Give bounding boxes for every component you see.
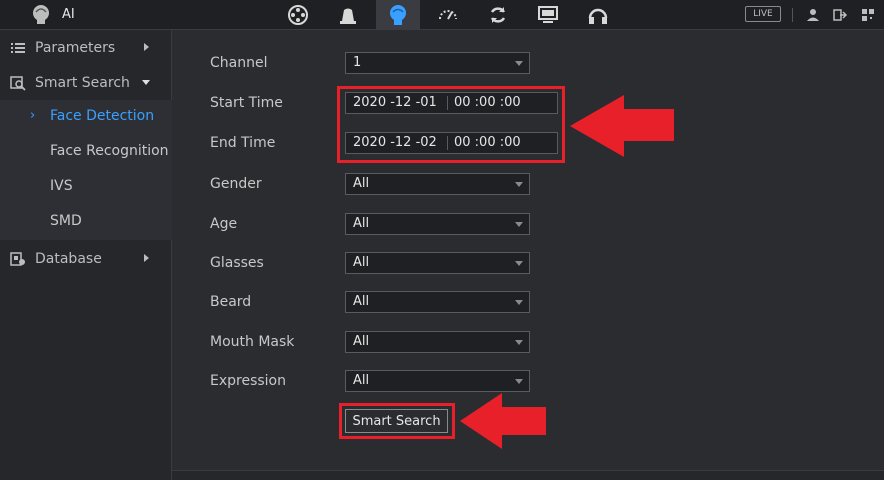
gender-select[interactable]: All bbox=[345, 173, 530, 195]
beard-select[interactable]: All bbox=[345, 291, 530, 313]
top-bar: AI LIVE bbox=[0, 0, 884, 30]
list-icon bbox=[11, 43, 25, 53]
sidebar-item-label: Parameters bbox=[35, 39, 116, 56]
sidebar-item-smart-search[interactable]: Smart Search bbox=[0, 65, 172, 100]
expression-label: Expression bbox=[210, 373, 286, 389]
dropdown-arrow-icon bbox=[515, 61, 523, 66]
sidebar-item-database[interactable]: Database bbox=[0, 241, 172, 276]
gender-label: Gender bbox=[210, 176, 262, 192]
chevron-right-icon bbox=[144, 254, 149, 262]
mouth-mask-label: Mouth Mask bbox=[210, 334, 295, 350]
monitor-icon[interactable] bbox=[526, 0, 570, 30]
search-icon bbox=[10, 76, 26, 91]
headset-icon[interactable] bbox=[576, 0, 620, 30]
qr-code-icon[interactable] bbox=[860, 7, 876, 23]
dropdown-arrow-icon bbox=[515, 379, 523, 384]
expression-value: All bbox=[353, 373, 370, 388]
playback-icon[interactable] bbox=[276, 0, 320, 30]
divider bbox=[792, 8, 793, 22]
bottom-bar bbox=[172, 470, 884, 480]
sidebar-item-label: IVS bbox=[50, 178, 73, 194]
age-select[interactable]: All bbox=[345, 213, 530, 235]
sidebar-item-label: SMD bbox=[50, 213, 82, 229]
beard-value: All bbox=[353, 294, 370, 309]
chevron-down-icon bbox=[142, 80, 150, 85]
dropdown-arrow-icon bbox=[515, 261, 523, 266]
dropdown-arrow-icon bbox=[515, 340, 523, 345]
alarm-icon[interactable] bbox=[326, 0, 370, 30]
glasses-label: Glasses bbox=[210, 255, 264, 271]
sidebar-item-label: Database bbox=[35, 250, 102, 267]
sidebar-item-smd[interactable]: SMD bbox=[0, 205, 172, 240]
expression-select[interactable]: All bbox=[345, 370, 530, 392]
age-label: Age bbox=[210, 216, 238, 232]
sync-icon[interactable] bbox=[476, 0, 520, 30]
time-highlight-box bbox=[337, 86, 565, 163]
sidebar-item-ivs[interactable]: IVS bbox=[0, 170, 172, 205]
beard-label: Beard bbox=[210, 294, 252, 310]
mouth-mask-value: All bbox=[353, 334, 370, 349]
mouth-mask-select[interactable]: All bbox=[345, 331, 530, 353]
live-button[interactable]: LIVE bbox=[745, 6, 781, 22]
red-arrow-icon bbox=[570, 95, 674, 157]
channel-select[interactable]: 1 bbox=[345, 52, 530, 74]
age-value: All bbox=[353, 216, 370, 231]
sidebar-item-parameters[interactable]: Parameters bbox=[0, 30, 172, 65]
glasses-value: All bbox=[353, 255, 370, 270]
red-arrow-icon bbox=[460, 393, 546, 449]
sidebar-item-label: Face Detection bbox=[50, 108, 155, 124]
logout-icon[interactable] bbox=[832, 7, 848, 23]
sidebar-item-label: Smart Search bbox=[35, 74, 130, 91]
sidebar-item-label: Face Recognition bbox=[50, 143, 169, 159]
database-icon bbox=[10, 252, 25, 266]
dashboard-icon[interactable] bbox=[426, 0, 470, 30]
dropdown-arrow-icon bbox=[515, 300, 523, 305]
start-time-label: Start Time bbox=[210, 95, 283, 111]
channel-label: Channel bbox=[210, 55, 268, 71]
chevron-right-icon bbox=[144, 43, 149, 51]
app-title: AI bbox=[62, 7, 75, 22]
smart-search-button[interactable]: Smart Search bbox=[345, 409, 448, 433]
dropdown-arrow-icon bbox=[515, 222, 523, 227]
chevron-right-icon: › bbox=[30, 108, 36, 123]
gender-value: All bbox=[353, 176, 370, 191]
sidebar: Parameters Smart Search › Face Detection… bbox=[0, 30, 172, 480]
ai-head-icon bbox=[33, 5, 49, 24]
user-icon[interactable] bbox=[805, 7, 821, 23]
glasses-select[interactable]: All bbox=[345, 252, 530, 274]
sidebar-item-face-recognition[interactable]: Face Recognition bbox=[0, 135, 172, 170]
ai-icon[interactable] bbox=[376, 0, 420, 30]
channel-value: 1 bbox=[353, 55, 362, 70]
sidebar-item-face-detection[interactable]: › Face Detection bbox=[0, 100, 172, 135]
dropdown-arrow-icon bbox=[515, 182, 523, 187]
end-time-label: End Time bbox=[210, 135, 276, 151]
